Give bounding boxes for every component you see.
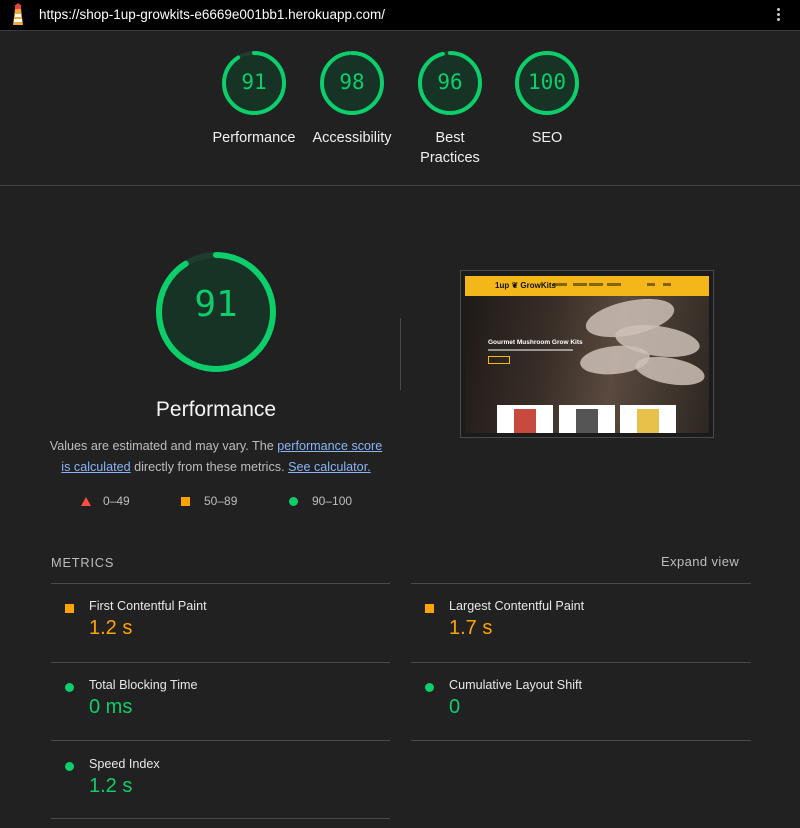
lighthouse-icon [13, 3, 23, 25]
metric-value: 0 [449, 696, 461, 718]
gauge-label: Accessibility [312, 130, 392, 146]
average-square-icon [425, 604, 434, 613]
screenshot-heading: Gourmet Mushroom Grow Kits [488, 339, 583, 346]
legend-fail: 0–49 [81, 494, 130, 508]
pass-circle-icon [425, 683, 434, 692]
expand-view-toggle[interactable]: Expand view [661, 554, 739, 569]
performance-title: Performance [155, 398, 277, 421]
product-card [559, 405, 615, 433]
gauge-label: Best Practices [420, 130, 480, 166]
divider [400, 318, 401, 390]
nav-text [589, 283, 603, 286]
divider [411, 583, 751, 584]
final-screenshot[interactable]: 1up ❦ GrowKits Gourmet Mushroom Grow Kit… [460, 270, 714, 438]
gauge-score: 96 [437, 70, 463, 94]
legend-label: 50–89 [204, 494, 238, 508]
metrics-header: METRICS [51, 555, 115, 570]
legend-label: 0–49 [103, 494, 130, 508]
divider [411, 662, 751, 663]
metric-name: Total Blocking Time [89, 678, 198, 692]
gauge-label: Performance [212, 130, 296, 146]
metric-name: Cumulative Layout Shift [449, 678, 583, 692]
gauge-performance[interactable]: 91 Performance [204, 50, 304, 148]
metric-value: 1.2 s [89, 775, 133, 797]
nav-text [647, 283, 655, 286]
browser-bar: https://shop-1up-growkits-e6669e001bb1.h… [0, 0, 800, 31]
url-text[interactable]: https://shop-1up-growkits-e6669e001bb1.h… [39, 7, 385, 22]
gauge-best-practices[interactable]: 96 Best Practices [400, 50, 500, 168]
pass-circle-icon [65, 762, 74, 771]
metric-name: First Contentful Paint [89, 599, 207, 613]
divider [51, 818, 390, 819]
metric-value: 0 ms [89, 696, 133, 718]
desc-text: directly from these metrics. [130, 460, 289, 474]
circle-icon [289, 497, 298, 506]
divider [411, 740, 751, 741]
gauge-label: SEO [531, 130, 563, 146]
screenshot-navbar: 1up ❦ GrowKits [465, 276, 709, 296]
performance-description: Values are estimated and may vary. The p… [46, 436, 386, 478]
mushroom-cap [633, 352, 707, 390]
metric-tbt: Total Blocking Time 0 ms [51, 678, 371, 738]
nav-text [607, 283, 621, 286]
gauge-seo[interactable]: 100 SEO [497, 50, 597, 148]
divider [51, 583, 390, 584]
calculator-link[interactable]: See calculator. [288, 460, 371, 474]
average-square-icon [65, 604, 74, 613]
metric-lcp: Largest Contentful Paint 1.7 s [411, 599, 731, 659]
metric-name: Largest Contentful Paint [449, 599, 585, 613]
nav-text [573, 283, 587, 286]
square-icon [181, 497, 190, 506]
desc-text: Values are estimated and may vary. The [49, 439, 278, 453]
pass-circle-icon [65, 683, 74, 692]
screenshot-button [488, 356, 510, 364]
screenshot-logo: 1up ❦ GrowKits [495, 281, 556, 290]
gauge-score: 91 [241, 70, 267, 94]
divider [51, 662, 390, 663]
legend-label: 90–100 [312, 494, 353, 508]
metric-name: Speed Index [89, 757, 160, 771]
legend-average: 50–89 [181, 494, 237, 508]
gauge-score: 98 [339, 70, 365, 94]
triangle-icon [81, 497, 91, 506]
metric-speed-index: Speed Index 1.2 s [51, 757, 371, 817]
legend-pass: 90–100 [289, 494, 352, 508]
gauge-accessibility[interactable]: 98 Accessibility [302, 50, 402, 148]
product-card [620, 405, 676, 433]
metric-value: 1.2 s [89, 617, 133, 639]
performance-score: 91 [194, 284, 238, 325]
metric-value: 1.7 s [449, 617, 493, 639]
nav-text [553, 283, 567, 286]
kebab-menu-icon[interactable] [772, 6, 784, 24]
nav-text [663, 283, 671, 286]
metric-fcp: First Contentful Paint 1.2 s [51, 599, 371, 659]
metric-cls: Cumulative Layout Shift 0 [411, 678, 731, 738]
gauge-score: 100 [528, 70, 566, 94]
screenshot-subtext [488, 349, 573, 351]
product-card [497, 405, 553, 433]
divider [51, 740, 390, 741]
score-summary: 91 Performance 98 Accessibility 96 Best … [0, 31, 800, 186]
